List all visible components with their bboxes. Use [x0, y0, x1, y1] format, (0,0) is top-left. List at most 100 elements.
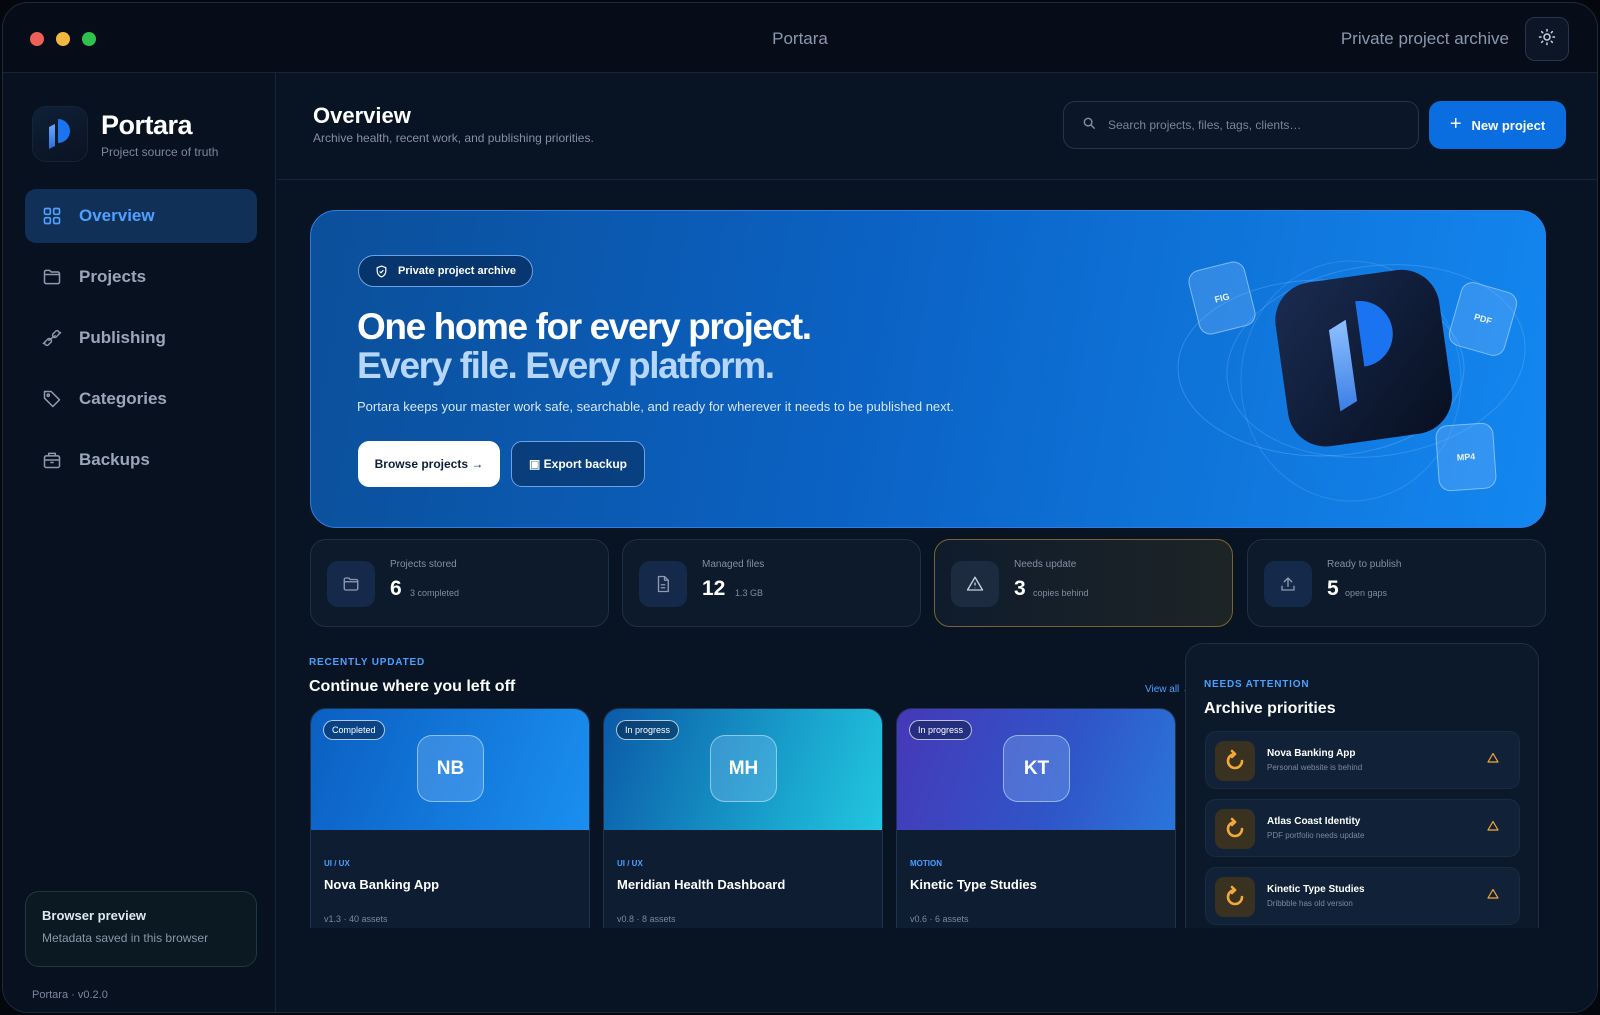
theme-toggle-button[interactable]: [1525, 17, 1569, 61]
page-subtitle: Archive health, recent work, and publish…: [313, 131, 594, 145]
sidebar-item-label: Overview: [79, 206, 155, 225]
project-meta: v1.3 · 40 assets: [324, 914, 388, 924]
project-name: Nova Banking App: [324, 877, 440, 892]
stat-card-files[interactable]: Managed files 12 1.3 GB: [622, 539, 921, 627]
hero-badge-label: Private project archive: [398, 265, 517, 277]
sidebar-item-label: Projects: [79, 267, 147, 286]
hero-banner: Private project archive One home for eve…: [310, 210, 1546, 528]
project-meta: v0.8 · 8 assets: [617, 914, 676, 924]
stat-label: Ready to publish: [1327, 559, 1402, 570]
priority-description: PDF portfolio needs update: [1267, 831, 1365, 840]
stat-note: copies behind: [1033, 588, 1089, 598]
stat-value: 6: [390, 577, 402, 600]
search-input[interactable]: [1108, 118, 1398, 132]
priorities-kicker: NEEDS ATTENTION: [1204, 679, 1310, 690]
stat-note: open gaps: [1345, 588, 1388, 598]
recent-kicker: RECENTLY UPDATED: [309, 657, 425, 668]
refresh-icon: [1215, 809, 1255, 849]
status-badge: In progress: [616, 720, 680, 740]
priority-description: Personal website is behind: [1267, 763, 1363, 772]
archive-icon: [41, 449, 63, 471]
recent-title: Continue where you left off: [309, 678, 516, 695]
preview-subtitle: Metadata saved in this browser: [42, 931, 209, 945]
refresh-icon: [1215, 741, 1255, 781]
tag-icon: [41, 388, 63, 410]
preview-title: Browser preview: [42, 908, 147, 923]
project-category: UI / UX: [617, 859, 643, 868]
search-box[interactable]: [1063, 101, 1419, 149]
project-card[interactable]: Completed NB UI / UX Nova Banking App v1…: [310, 708, 590, 943]
hero-description: Portara keeps your master work safe, sea…: [357, 399, 954, 414]
project-name: Kinetic Type Studies: [910, 877, 1037, 892]
link-icon: [41, 327, 63, 349]
stat-value: 12: [702, 577, 726, 600]
sidebar-item-label: Publishing: [79, 328, 166, 347]
stat-label: Projects stored: [390, 559, 457, 570]
sidebar-item-label: Categories: [79, 389, 167, 408]
warning-icon: [1487, 888, 1499, 900]
sidebar-item-categories[interactable]: Categories: [25, 372, 257, 426]
status-badge: Completed: [323, 720, 385, 740]
sidebar-item-overview[interactable]: Overview: [25, 189, 257, 243]
hero-illustration: FIG PDF MP4: [1171, 211, 1545, 527]
priority-name: Kinetic Type Studies: [1267, 884, 1365, 895]
refresh-icon: [1215, 877, 1255, 917]
priority-name: Atlas Coast Identity: [1267, 816, 1361, 827]
export-backup-button[interactable]: ▣ Export backup: [511, 441, 645, 487]
browser-preview-card: Browser preview Metadata saved in this b…: [25, 891, 257, 967]
file-icon: [639, 561, 687, 607]
project-name: Meridian Health Dashboard: [617, 877, 786, 892]
archive-priorities-panel: NEEDS ATTENTION Archive priorities Nova …: [1185, 643, 1539, 953]
app-version: Portara · v0.2.0: [32, 989, 108, 1001]
grid-icon: [41, 205, 63, 227]
warning-icon: [951, 561, 999, 607]
portara-logo: [33, 107, 87, 161]
priority-item[interactable]: Nova Banking App Personal website is beh…: [1205, 731, 1520, 789]
stat-value: 3: [1014, 577, 1026, 600]
new-project-button[interactable]: + New project: [1429, 101, 1566, 149]
search-icon: [1082, 116, 1096, 135]
stat-label: Needs update: [1014, 559, 1077, 570]
stat-note: 3 completed: [410, 588, 460, 598]
folder-icon: [327, 561, 375, 607]
warning-icon: [1487, 820, 1499, 832]
project-category: MOTION: [910, 859, 942, 868]
sun-icon: [1538, 28, 1556, 51]
sidebar-nav: Overview Projects Publishing Categories …: [25, 189, 257, 494]
warning-icon: [1487, 752, 1499, 764]
sidebar-item-projects[interactable]: Projects: [25, 250, 257, 304]
title-bar: Portara Private project archive: [3, 3, 1597, 73]
sidebar-item-label: Backups: [79, 450, 150, 469]
project-category: UI / UX: [324, 859, 350, 868]
mp4-file-icon: MP4: [1434, 422, 1498, 492]
project-card[interactable]: In progress MH UI / UX Meridian Health D…: [603, 708, 883, 943]
folder-icon: [41, 266, 63, 288]
stat-card-projects[interactable]: Projects stored 6 3 completed: [310, 539, 609, 627]
priority-description: Dribbble has old version: [1267, 899, 1353, 908]
stat-card-needs-update[interactable]: Needs update 3 copies behind: [934, 539, 1233, 627]
hero-badge: Private project archive: [358, 255, 534, 287]
main-content: Overview Archive health, recent work, an…: [277, 73, 1597, 1012]
upload-icon: [1264, 561, 1312, 607]
stat-note: 1.3 GB: [735, 588, 764, 598]
project-card[interactable]: In progress KT MOTION Kinetic Type Studi…: [896, 708, 1176, 943]
sidebar-item-backups[interactable]: Backups: [25, 433, 257, 487]
project-avatar: NB: [417, 735, 484, 802]
stat-label: Managed files: [702, 559, 765, 570]
priority-item[interactable]: Kinetic Type Studies Dribbble has old ve…: [1205, 867, 1520, 925]
page-header: Overview Archive health, recent work, an…: [277, 73, 1597, 180]
sidebar: Portara Project source of truth Overview: [3, 73, 276, 1012]
project-avatar: KT: [1003, 735, 1070, 802]
plus-icon: +: [1449, 112, 1462, 135]
brand[interactable]: Portara Project source of truth: [33, 107, 218, 161]
sidebar-item-publishing[interactable]: Publishing: [25, 311, 257, 365]
new-project-label: New project: [1471, 117, 1546, 133]
page-title: Overview: [313, 103, 411, 128]
browse-projects-button[interactable]: Browse projects →: [358, 441, 500, 487]
priority-item[interactable]: Atlas Coast Identity PDF portfolio needs…: [1205, 799, 1520, 857]
stat-card-ready-to-publish[interactable]: Ready to publish 5 open gaps: [1247, 539, 1546, 627]
project-meta: v0.6 · 6 assets: [910, 914, 969, 924]
hero-headline: One home for every project.: [357, 306, 812, 347]
status-badge: In progress: [909, 720, 973, 740]
priorities-title: Archive priorities: [1204, 700, 1336, 717]
